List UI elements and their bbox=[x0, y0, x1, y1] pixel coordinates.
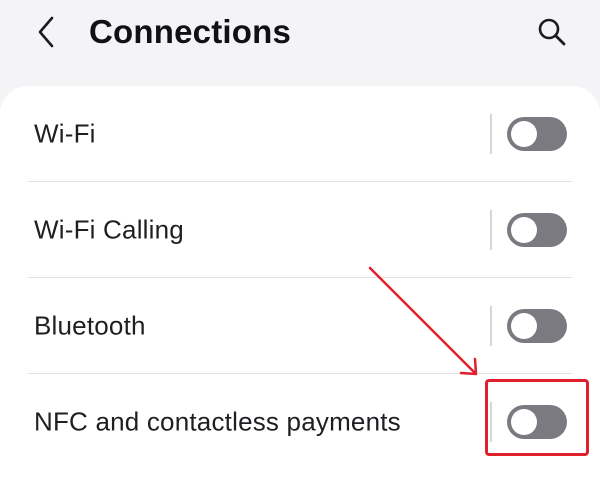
toggle-knob bbox=[511, 121, 537, 147]
wifi-calling-toggle[interactable] bbox=[507, 213, 567, 247]
search-button[interactable] bbox=[532, 12, 572, 52]
toggle-knob bbox=[511, 409, 537, 435]
toggle-knob bbox=[511, 217, 537, 243]
toggle-knob bbox=[511, 313, 537, 339]
setting-row-wifi[interactable]: Wi-Fi bbox=[0, 86, 600, 182]
wifi-toggle[interactable] bbox=[507, 117, 567, 151]
divider bbox=[490, 402, 492, 442]
back-button[interactable] bbox=[30, 14, 62, 50]
nfc-toggle[interactable] bbox=[507, 405, 567, 439]
setting-label: NFC and contactless payments bbox=[34, 406, 401, 437]
setting-row-bluetooth[interactable]: Bluetooth bbox=[0, 278, 600, 374]
setting-label: Wi-Fi bbox=[34, 118, 96, 149]
bluetooth-toggle[interactable] bbox=[507, 309, 567, 343]
page-title: Connections bbox=[89, 13, 292, 50]
setting-row-wifi-calling[interactable]: Wi-Fi Calling bbox=[0, 182, 600, 278]
setting-row-nfc[interactable]: NFC and contactless payments bbox=[0, 374, 600, 470]
divider bbox=[490, 306, 492, 346]
divider bbox=[490, 114, 492, 154]
divider bbox=[490, 210, 492, 250]
top-app-bar: Connections bbox=[0, 0, 600, 84]
search-icon bbox=[538, 18, 566, 46]
settings-card: Wi-Fi Wi-Fi Calling Bluetooth NFC and co… bbox=[0, 86, 600, 482]
setting-label: Wi-Fi Calling bbox=[34, 214, 184, 245]
chevron-left-icon bbox=[38, 16, 54, 48]
setting-label: Bluetooth bbox=[34, 310, 146, 341]
